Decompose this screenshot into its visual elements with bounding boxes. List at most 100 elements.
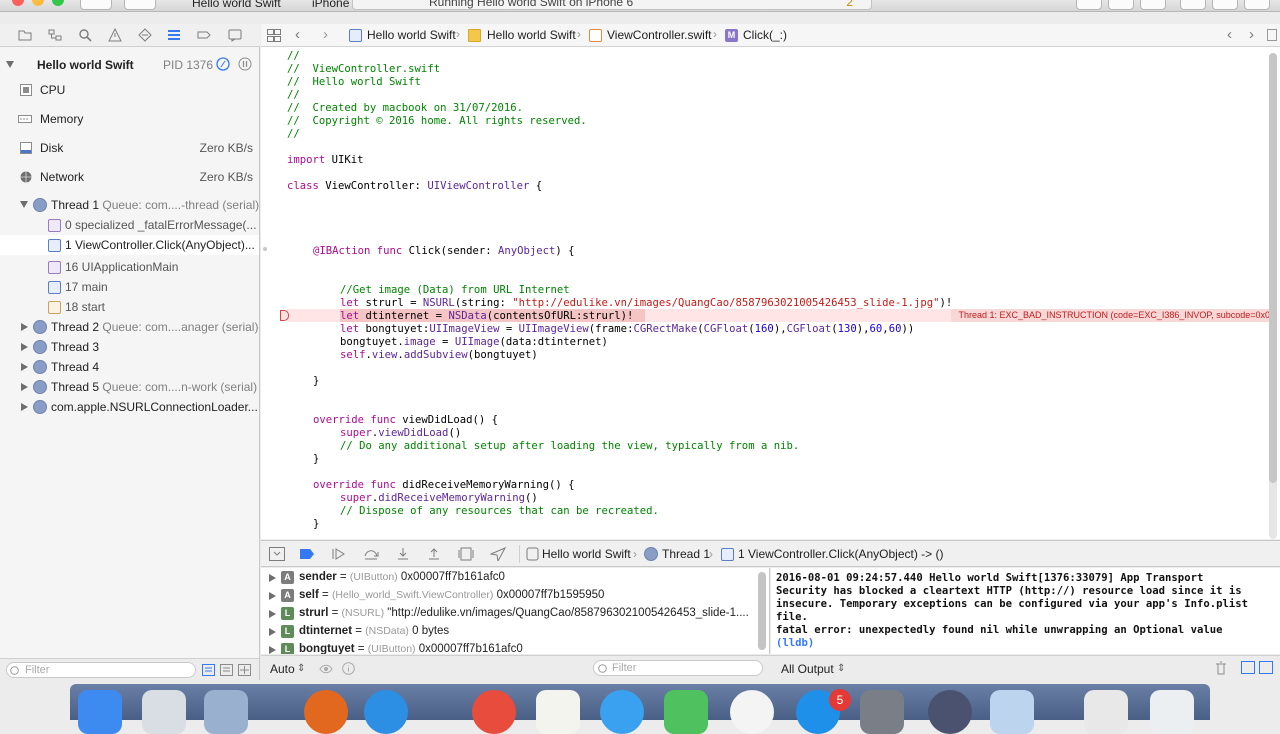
step-out-icon[interactable] (426, 547, 442, 561)
continue-icon[interactable] (331, 547, 347, 561)
stack-frame-18[interactable]: 18 start (0, 297, 259, 317)
facetime-app-icon[interactable] (664, 690, 708, 734)
stack-frame-1[interactable]: 1 ViewController.Click(AnyObject)... (0, 235, 259, 255)
debug-crumb-frame[interactable]: 1 ViewController.Click(AnyObject) -> () (738, 547, 944, 561)
console-output[interactable]: 2016-08-01 09:24:57.440 Hello world Swif… (771, 568, 1280, 654)
toggle-utilities-button[interactable] (1244, 0, 1270, 10)
jump-crumb-file[interactable]: ViewController.swift (607, 28, 711, 42)
variables-view[interactable]: A sender = (UIButton) 0x00007ff7b161afc0… (261, 568, 770, 654)
report-navigator-icon[interactable] (228, 28, 242, 42)
textedit-app-icon[interactable] (536, 690, 580, 734)
disclosure-triangle-icon[interactable] (269, 628, 276, 636)
gauge-cpu[interactable]: CPU (0, 80, 259, 100)
thread-row-3[interactable]: Thread 3 (0, 337, 259, 357)
frames-filter-icon[interactable] (238, 664, 251, 676)
step-over-icon[interactable] (363, 547, 379, 561)
thread-row-2[interactable]: Thread 2 Queue: com....anager (serial) (0, 317, 259, 337)
version-editor-button[interactable] (1140, 0, 1166, 10)
close-window-button[interactable] (12, 0, 24, 6)
add-editor-icon[interactable] (1267, 29, 1277, 41)
itunes-app-icon[interactable] (730, 690, 774, 734)
gauge-disk[interactable]: Disk Zero KB/s (0, 138, 259, 158)
warning-count[interactable]: 2 (846, 0, 853, 9)
disclosure-triangle-icon[interactable] (21, 343, 28, 351)
variables-filter-input[interactable]: Filter (593, 660, 763, 676)
scheme-target[interactable]: Hello world Swift (192, 0, 281, 10)
console-output-select[interactable]: All Output (781, 662, 834, 676)
thread-row-5[interactable]: Thread 5 Queue: com....n-work (serial) (0, 377, 259, 397)
disclosure-triangle-icon[interactable] (269, 610, 276, 618)
error-badge[interactable]: Thread 1: EXC_BAD_INSTRUCTION (code=EXC_… (950, 309, 1277, 322)
eye-icon[interactable] (319, 663, 333, 675)
related-items-icon[interactable] (267, 29, 281, 42)
assistant-editor-button[interactable] (1108, 0, 1134, 10)
firefox-app-icon[interactable] (304, 690, 348, 734)
finder-app-icon[interactable] (78, 690, 122, 734)
previous-issue-icon[interactable]: ‹ (1227, 26, 1232, 43)
issue-warning-icon[interactable] (108, 28, 122, 42)
quicktime-app-icon[interactable] (928, 690, 972, 734)
thread-row-4[interactable]: Thread 4 (0, 357, 259, 377)
variables-scope-select[interactable]: Auto (270, 662, 295, 676)
disclosure-triangle-icon[interactable] (6, 61, 14, 68)
jump-crumb-method[interactable]: Click(_:) (743, 28, 787, 42)
test-diamond-icon[interactable] (138, 28, 152, 42)
variable-row[interactable]: A sender = (UIButton) 0x00007ff7b161afc0 (261, 569, 761, 587)
search-icon[interactable] (78, 28, 92, 42)
xcode-app-icon[interactable] (204, 690, 248, 734)
simulate-location-icon[interactable] (490, 547, 506, 561)
chevron-updown-icon[interactable]: ⇕ (297, 663, 305, 674)
memory-graph-icon[interactable] (216, 57, 230, 71)
next-issue-icon[interactable]: › (1249, 26, 1254, 43)
disclosure-triangle-icon[interactable] (21, 323, 28, 331)
standard-editor-button[interactable] (1076, 0, 1102, 10)
downloads-stack-icon[interactable] (990, 690, 1034, 734)
threads-filter-icon[interactable] (220, 664, 233, 676)
process-row[interactable]: Hello world Swift PID 1376 (0, 55, 259, 75)
forward-arrow-icon[interactable]: › (323, 26, 328, 43)
disclosure-triangle-icon[interactable] (20, 201, 28, 208)
jump-crumb-group[interactable]: Hello world Swift (487, 28, 576, 42)
trash-icon[interactable] (1215, 661, 1227, 675)
show-variables-view-icon[interactable] (1241, 661, 1255, 674)
jump-crumb-project[interactable]: Hello world Swift (367, 28, 456, 42)
trash-app-icon[interactable] (1150, 690, 1194, 734)
breakpoint-navigator-icon[interactable] (197, 28, 211, 42)
hide-debug-area-icon[interactable] (269, 547, 285, 561)
debug-crumb-thread[interactable]: Thread 1 (662, 547, 710, 561)
info-icon[interactable] (342, 662, 355, 675)
system-preferences-app-icon[interactable] (860, 690, 904, 734)
documents-stack-icon[interactable] (1084, 690, 1128, 734)
variable-row[interactable]: L strurl = (NSURL) "http://edulike.vn/im… (261, 605, 761, 623)
minimize-window-button[interactable] (32, 0, 44, 6)
chevron-updown-icon[interactable]: ⇕ (837, 663, 845, 674)
source-editor[interactable]: Thread 1: EXC_BAD_INSTRUCTION (code=EXC_… (261, 47, 1280, 539)
lldb-prompt[interactable]: (lldb) (776, 637, 814, 650)
messages-app-icon[interactable] (600, 690, 644, 734)
stack-frame-0[interactable]: 0 specialized _fatalErrorMessage(... (0, 215, 259, 235)
toggle-debug-area-button[interactable] (1212, 0, 1238, 10)
view-hierarchy-icon[interactable] (458, 547, 474, 561)
step-into-icon[interactable] (395, 547, 411, 561)
navigator-filter-input[interactable]: Filter (6, 662, 196, 678)
run-button[interactable] (80, 0, 112, 10)
disclosure-triangle-icon[interactable] (21, 403, 28, 411)
gauge-memory[interactable]: Memory (0, 109, 259, 129)
disclosure-triangle-icon[interactable] (269, 592, 276, 600)
symbol-navigator-icon[interactable] (48, 28, 62, 42)
disclosure-triangle-icon[interactable] (21, 363, 28, 371)
launchpad-app-icon[interactable] (142, 690, 186, 734)
debug-crumb-process[interactable]: Hello world Swift (542, 547, 631, 561)
gauge-network[interactable]: Network Zero KB/s (0, 167, 259, 187)
folder-icon[interactable] (18, 28, 32, 42)
variables-scrollbar[interactable] (758, 572, 766, 650)
stack-frame-16[interactable]: 16 UIApplicationMain (0, 257, 259, 277)
variable-row[interactable]: L dtinternet = (NSData) 0 bytes (261, 623, 761, 641)
breakpoints-toggle-icon[interactable] (299, 547, 315, 561)
chrome-app-icon[interactable] (472, 690, 516, 734)
thread-row-nsurl[interactable]: com.apple.NSURLConnectionLoader... (0, 397, 259, 417)
stack-frame-17[interactable]: 17 main (0, 277, 259, 297)
disclosure-triangle-icon[interactable] (269, 574, 276, 582)
debug-navigator-icon[interactable] (167, 28, 181, 42)
back-arrow-icon[interactable]: ‹ (295, 26, 300, 43)
